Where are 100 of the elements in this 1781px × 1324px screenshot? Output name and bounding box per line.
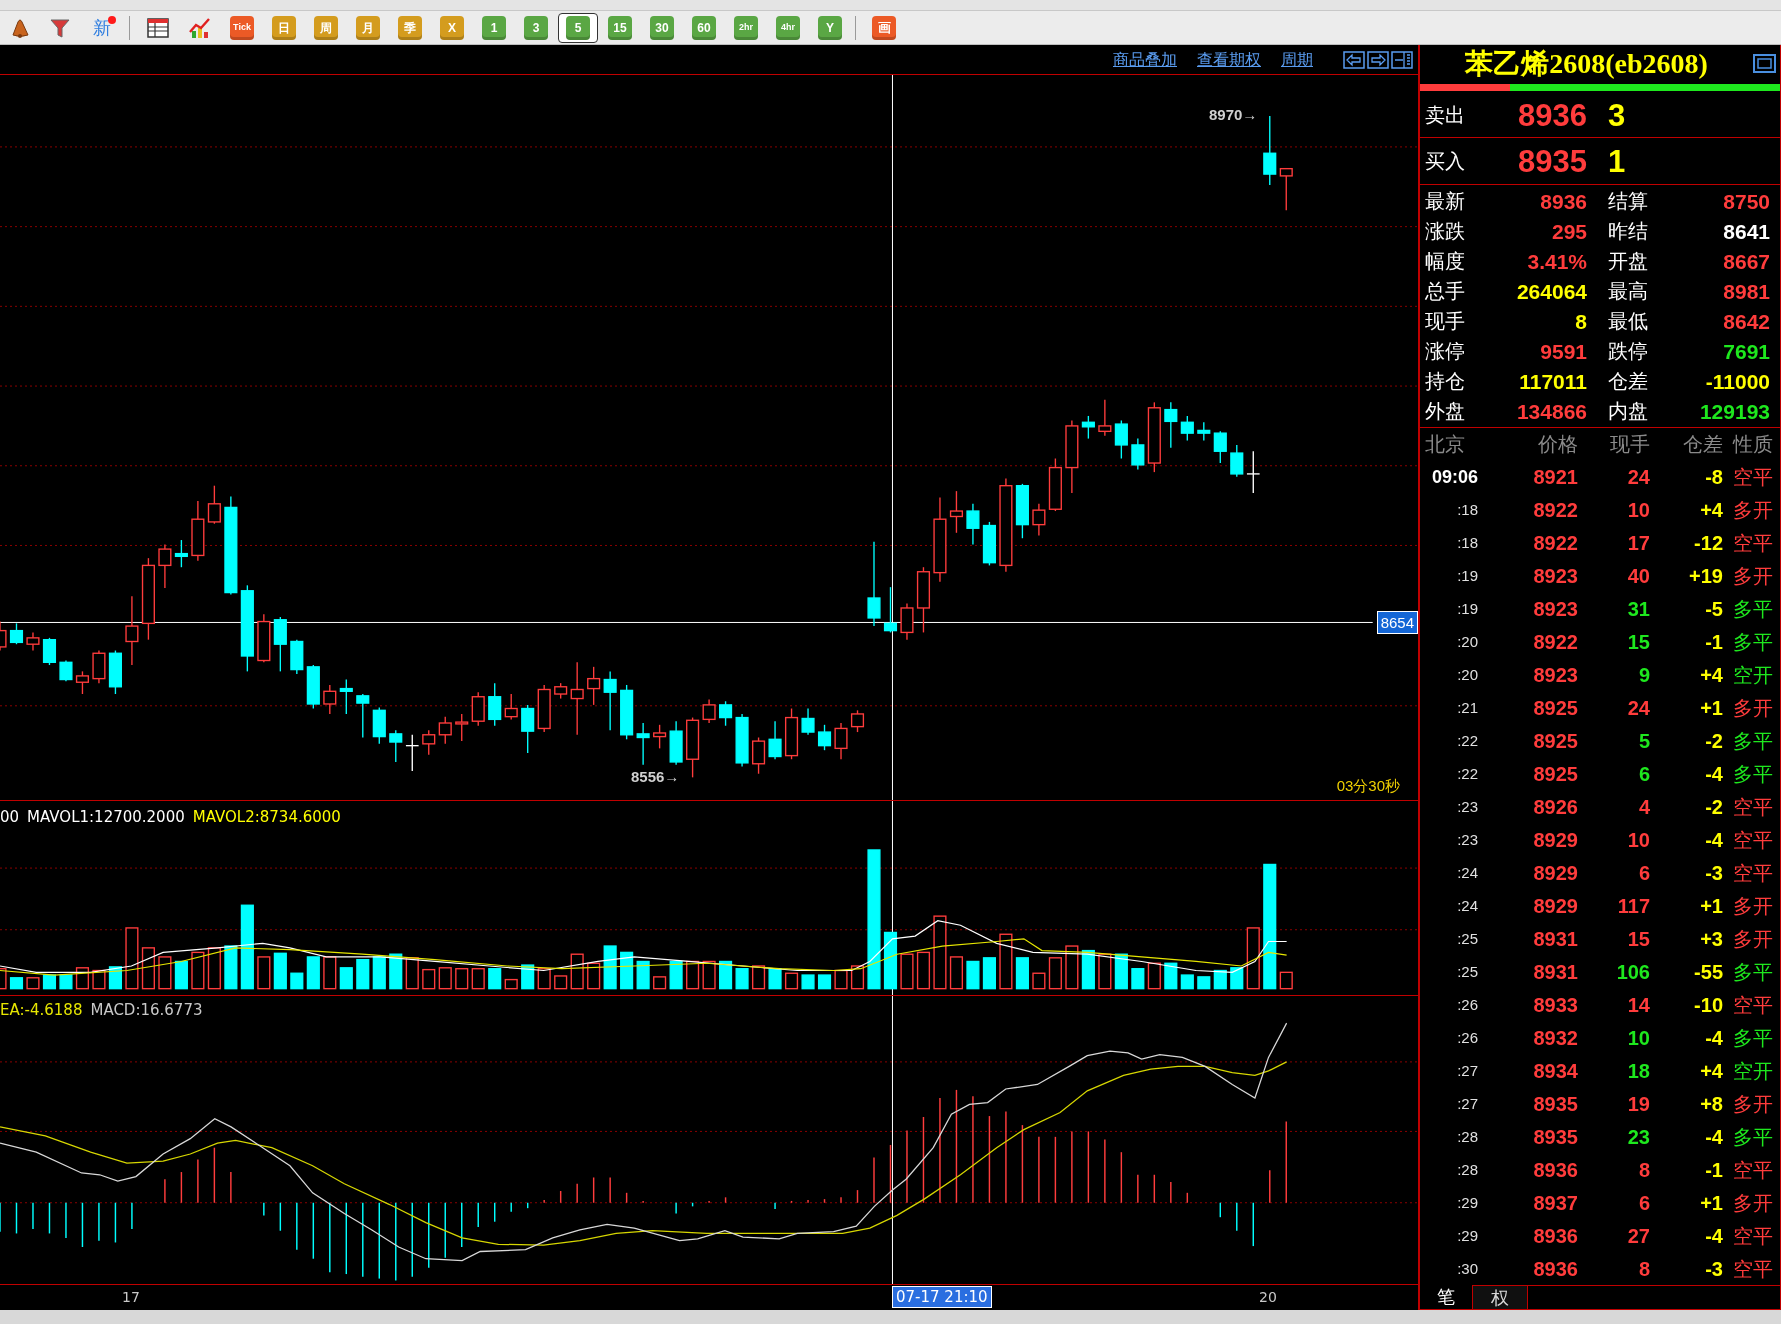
split-panel-icon[interactable] <box>1391 50 1413 69</box>
trade-time: :27 <box>1456 1096 1478 1111</box>
trade-price: 8929 <box>1532 862 1578 883</box>
trade-change: +8 <box>1699 1093 1723 1114</box>
trade-type: 多开 <box>1733 1093 1774 1114</box>
period-tab[interactable]: 30 <box>650 15 674 40</box>
trade-change: -4 <box>1704 1126 1723 1147</box>
stat-value: 134866 <box>1515 400 1587 422</box>
trade-volume: 10 <box>1626 829 1650 850</box>
trade-volume: 17 <box>1626 532 1650 553</box>
period-tab[interactable]: 月 <box>356 15 380 40</box>
stat-label: 涨跌 <box>1425 221 1466 241</box>
trade-volume: 10 <box>1626 499 1650 520</box>
trade-price: 8922 <box>1532 499 1578 520</box>
trade-volume: 4 <box>1637 796 1650 817</box>
trade-price: 8936 <box>1532 1159 1578 1180</box>
column-header: 价格 <box>1537 434 1578 454</box>
trade-change: -4 <box>1704 1225 1723 1246</box>
period-tab[interactable]: 60 <box>692 15 716 40</box>
quote-label: 买入 <box>1425 151 1466 171</box>
trade-type: 多平 <box>1733 631 1774 652</box>
trade-volume: 15 <box>1626 928 1650 949</box>
stat-value: 8981 <box>1722 280 1770 302</box>
quote-price: 8936 <box>1517 99 1587 131</box>
draw-button[interactable]: 画 <box>872 15 896 40</box>
trade-price: 8923 <box>1532 598 1578 619</box>
stat-label: 内盘 <box>1608 401 1649 421</box>
header-link[interactable]: 周期 <box>1281 51 1313 68</box>
trade-change: +19 <box>1688 565 1723 586</box>
trade-time: :26 <box>1456 997 1478 1012</box>
period-tab[interactable]: 季 <box>398 15 422 40</box>
axis-tick-label: 20 <box>1259 1288 1277 1306</box>
period-tab[interactable]: 3 <box>524 15 548 40</box>
quote-volume: 3 <box>1608 99 1626 131</box>
trade-change: -8 <box>1704 466 1723 487</box>
period-tab[interactable]: 1 <box>482 15 506 40</box>
trade-price: 8922 <box>1532 532 1578 553</box>
trade-price: 8923 <box>1532 565 1578 586</box>
stat-label: 持仓 <box>1425 371 1466 391</box>
period-tab[interactable]: 周 <box>314 15 338 40</box>
window-icon[interactable] <box>1753 54 1776 73</box>
period-tab[interactable]: 2hr <box>734 15 758 40</box>
trade-time: :25 <box>1456 964 1478 979</box>
trade-volume: 10 <box>1626 1027 1650 1048</box>
trade-volume: 6 <box>1637 862 1650 883</box>
stat-label: 仓差 <box>1608 371 1649 391</box>
stat-label: 幅度 <box>1425 251 1466 271</box>
trade-volume: 106 <box>1615 961 1650 982</box>
column-header: 北京 <box>1424 434 1466 454</box>
stat-label: 开盘 <box>1608 251 1649 271</box>
trade-price: 8931 <box>1532 961 1578 982</box>
trade-change: -4 <box>1704 763 1723 784</box>
stat-value: 8641 <box>1722 220 1770 242</box>
period-tab[interactable]: 15 <box>608 15 632 40</box>
trade-type: 多平 <box>1733 1027 1774 1048</box>
stat-value: 9591 <box>1539 340 1587 362</box>
trade-time: :22 <box>1456 766 1478 781</box>
trade-time: :29 <box>1456 1195 1478 1210</box>
trade-type: 多平 <box>1733 1126 1774 1147</box>
trade-volume: 14 <box>1626 994 1650 1015</box>
trade-type: 空开 <box>1733 1060 1774 1081</box>
stat-value: 3.41% <box>1526 250 1587 272</box>
trade-price: 8936 <box>1532 1258 1578 1279</box>
trade-price: 8936 <box>1532 1225 1578 1246</box>
quote-label: 卖出 <box>1425 105 1466 125</box>
header-link[interactable]: 查看期权 <box>1197 51 1261 68</box>
trade-volume: 8 <box>1637 1159 1650 1180</box>
stat-value: 8750 <box>1722 190 1770 212</box>
trade-time: :21 <box>1456 700 1478 715</box>
period-tab[interactable]: Y <box>818 15 842 40</box>
trade-time: :28 <box>1456 1129 1478 1144</box>
period-tab[interactable]: 5 <box>558 12 598 43</box>
panel-tab[interactable]: 笔 <box>1420 1285 1473 1309</box>
table-icon[interactable] <box>146 15 170 40</box>
trade-volume: 24 <box>1626 697 1650 718</box>
stat-value: 117011 <box>1518 370 1587 392</box>
trade-change: +1 <box>1699 1192 1723 1213</box>
stat-value: 8 <box>1574 310 1587 332</box>
period-tab[interactable]: 日 <box>272 15 296 40</box>
trade-price: 8923 <box>1532 664 1578 685</box>
trade-price: 8929 <box>1532 895 1578 916</box>
trade-volume: 31 <box>1626 598 1650 619</box>
period-tab[interactable]: Tick <box>230 15 254 40</box>
column-header: 性质 <box>1733 434 1774 454</box>
quote-volume: 1 <box>1608 145 1626 177</box>
trade-price: 8935 <box>1532 1126 1578 1147</box>
header-link[interactable]: 商品叠加 <box>1113 51 1177 68</box>
panel-tab[interactable]: 权 <box>1473 1286 1528 1309</box>
period-tab[interactable]: X <box>440 15 464 40</box>
stat-label: 现手 <box>1425 311 1466 331</box>
trade-type: 空平 <box>1733 829 1774 850</box>
trade-volume: 24 <box>1626 466 1650 487</box>
new-button[interactable]: 新 <box>88 15 116 40</box>
trade-type: 多平 <box>1733 961 1774 982</box>
trade-volume: 19 <box>1626 1093 1650 1114</box>
trade-type: 多平 <box>1733 763 1774 784</box>
trade-type: 多开 <box>1733 928 1774 949</box>
period-tab[interactable]: 4hr <box>776 15 800 40</box>
trade-time: :28 <box>1456 1162 1478 1177</box>
trade-type: 空平 <box>1733 466 1774 487</box>
